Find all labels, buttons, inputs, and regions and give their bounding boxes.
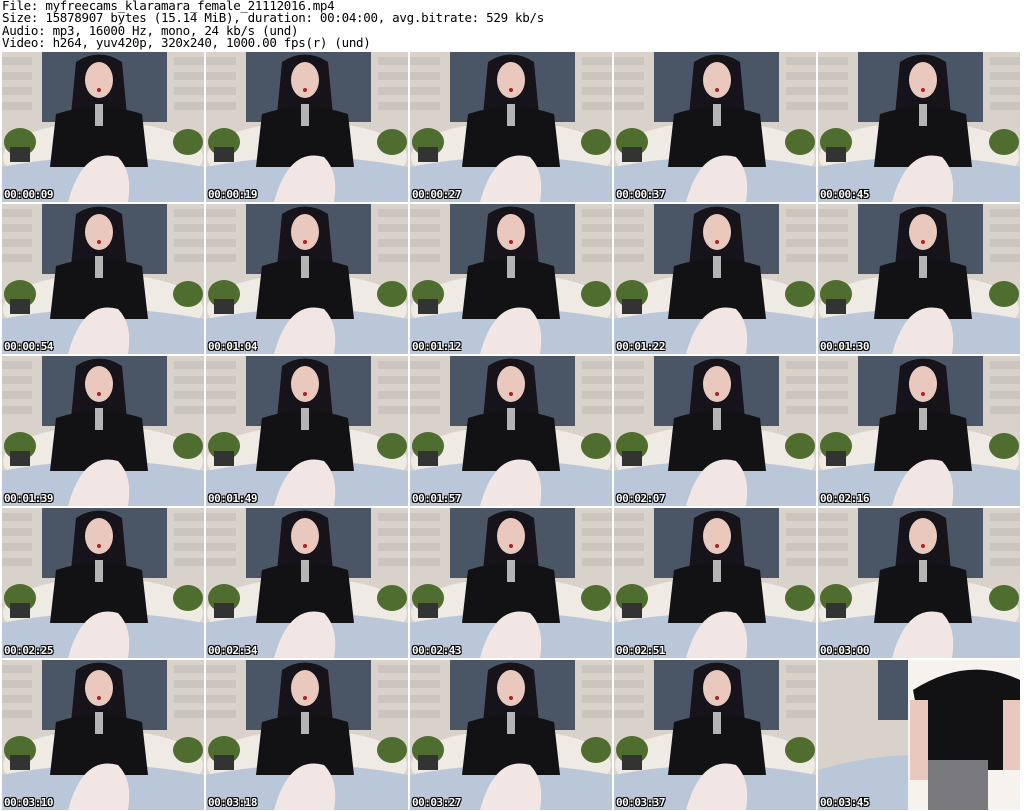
timestamp-label: 00:03:27 xyxy=(412,796,461,809)
scene-image xyxy=(614,52,816,202)
scene-image xyxy=(410,204,612,354)
thumbnail-frame: 00:02:51 xyxy=(614,508,816,658)
thumbnail-frame: 00:01:30 xyxy=(818,204,1020,354)
thumbnail-frame: 00:00:45 xyxy=(818,52,1020,202)
scene-image xyxy=(614,508,816,658)
thumbnail-frame: 00:03:10 xyxy=(2,660,204,810)
timestamp-label: 00:03:37 xyxy=(616,796,665,809)
video-info-line: Video: h264, yuv420p, 320x240, 1000.00 f… xyxy=(2,34,371,50)
scene-image xyxy=(818,660,1020,810)
scene-image xyxy=(206,660,408,810)
thumbnail-frame: 00:01:04 xyxy=(206,204,408,354)
scene-image xyxy=(410,508,612,658)
thumbnail-frame: 00:00:37 xyxy=(614,52,816,202)
timestamp-label: 00:02:51 xyxy=(616,644,665,657)
thumbnail-grid: 00:00:09 00:00:19 00:00:27 00:00:37 00:0… xyxy=(1,51,1021,811)
scene-image xyxy=(206,356,408,506)
timestamp-label: 00:03:10 xyxy=(4,796,53,809)
timestamp-label: 00:00:27 xyxy=(412,188,461,201)
thumbnail-frame: 00:00:09 xyxy=(2,52,204,202)
thumbnail-frame: 00:01:49 xyxy=(206,356,408,506)
timestamp-label: 00:01:30 xyxy=(820,340,869,353)
scene-image xyxy=(410,660,612,810)
timestamp-label: 00:02:25 xyxy=(4,644,53,657)
thumbnail-frame: 00:03:27 xyxy=(410,660,612,810)
timestamp-label: 00:02:07 xyxy=(616,492,665,505)
scene-image xyxy=(2,52,204,202)
thumbnail-frame: 00:02:34 xyxy=(206,508,408,658)
timestamp-label: 00:02:43 xyxy=(412,644,461,657)
thumbnail-frame: 00:00:19 xyxy=(206,52,408,202)
thumbnail-frame: 00:01:22 xyxy=(614,204,816,354)
timestamp-label: 00:01:22 xyxy=(616,340,665,353)
thumbnail-frame: 00:03:18 xyxy=(206,660,408,810)
thumbnail-frame: 00:03:00 xyxy=(818,508,1020,658)
thumbnail-frame: 00:02:07 xyxy=(614,356,816,506)
scene-image xyxy=(614,356,816,506)
timestamp-label: 00:01:04 xyxy=(208,340,257,353)
thumbnail-frame: 00:02:25 xyxy=(2,508,204,658)
timestamp-label: 00:00:09 xyxy=(4,188,53,201)
timestamp-label: 00:03:18 xyxy=(208,796,257,809)
scene-image xyxy=(818,508,1020,658)
scene-image xyxy=(2,508,204,658)
timestamp-label: 00:02:16 xyxy=(820,492,869,505)
timestamp-label: 00:00:19 xyxy=(208,188,257,201)
thumbnail-frame: 00:03:45 xyxy=(818,660,1020,810)
scene-image xyxy=(206,52,408,202)
scene-image xyxy=(206,508,408,658)
timestamp-label: 00:00:45 xyxy=(820,188,869,201)
timestamp-label: 00:03:45 xyxy=(820,796,869,809)
scene-image xyxy=(410,52,612,202)
thumbnail-frame: 00:02:16 xyxy=(818,356,1020,506)
timestamp-label: 00:00:37 xyxy=(616,188,665,201)
timestamp-label: 00:01:57 xyxy=(412,492,461,505)
timestamp-label: 00:01:12 xyxy=(412,340,461,353)
thumbnail-frame: 00:00:27 xyxy=(410,52,612,202)
timestamp-label: 00:00:54 xyxy=(4,340,53,353)
scene-image xyxy=(818,204,1020,354)
timestamp-label: 00:01:49 xyxy=(208,492,257,505)
thumbnail-frame: 00:01:12 xyxy=(410,204,612,354)
scene-image xyxy=(206,204,408,354)
timestamp-label: 00:03:00 xyxy=(820,644,869,657)
timestamp-label: 00:01:39 xyxy=(4,492,53,505)
timestamp-label: 00:02:34 xyxy=(208,644,257,657)
scene-image xyxy=(818,356,1020,506)
scene-image xyxy=(2,204,204,354)
thumbnail-frame: 00:03:37 xyxy=(614,660,816,810)
video-info-header: File: myfreecams_klaramara_female_211120… xyxy=(2,0,1002,49)
scene-image xyxy=(2,660,204,810)
thumbnail-frame: 00:02:43 xyxy=(410,508,612,658)
scene-image xyxy=(410,356,612,506)
scene-image xyxy=(818,52,1020,202)
scene-image xyxy=(614,660,816,810)
thumbnail-frame: 00:01:57 xyxy=(410,356,612,506)
thumbnail-frame: 00:00:54 xyxy=(2,204,204,354)
scene-image xyxy=(614,204,816,354)
thumbnail-frame: 00:01:39 xyxy=(2,356,204,506)
scene-image xyxy=(2,356,204,506)
